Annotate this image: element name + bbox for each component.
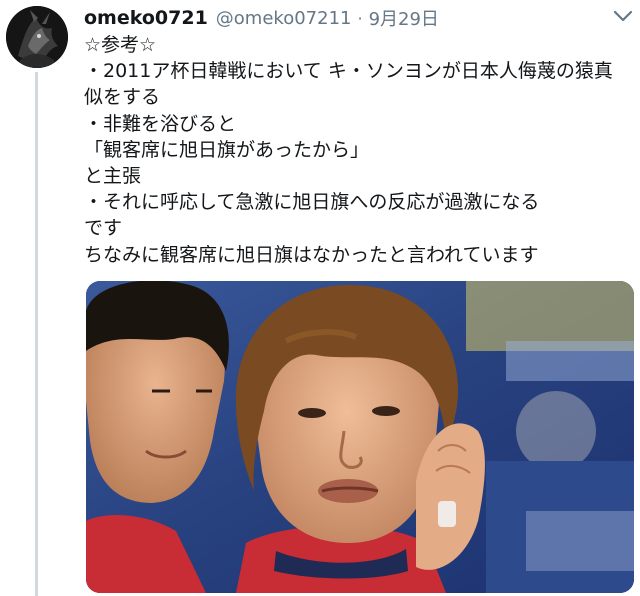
thread-line [35, 72, 38, 596]
separator-dot: · [357, 8, 363, 28]
tweet-text-line: ・非難を浴びると [84, 112, 237, 135]
avatar-image [6, 6, 68, 68]
display-name[interactable]: omeko0721 [84, 7, 208, 29]
photo-image [86, 281, 634, 593]
tweet-text-line: 「観客席に旭日旗があったから」 [84, 138, 370, 161]
tweet-text-line: ちなみに観客席に旭日旗はなかったと言われています [84, 243, 539, 266]
user-handle[interactable]: @omeko07211 [216, 8, 352, 29]
tweet-header: omeko0721 @omeko07211 · 9月29日 [84, 4, 630, 32]
avatar[interactable] [6, 6, 68, 68]
tweet-text: ☆参考☆ ・2011ア杯日韓戦において キ・ソンヨンが日本人侮蔑の猿真 似をする… [84, 32, 634, 268]
tweet-date[interactable]: 9月29日 [369, 5, 439, 31]
tweet-text-line: ・2011ア杯日韓戦において キ・ソンヨンが日本人侮蔑の猿真 [84, 60, 613, 83]
tweet-text-line: ☆参考☆ [84, 34, 157, 56]
chevron-down-icon[interactable] [612, 8, 634, 24]
tweet-text-line: と主張 [84, 165, 142, 188]
tweet-photo[interactable] [86, 281, 634, 593]
tweet-text-line: ・それに呼応して急激に旭日旗への反応が過激になる [84, 191, 540, 214]
tweet-text-line: 似をする [84, 86, 161, 109]
tweet: omeko0721 @omeko07211 · 9月29日 ☆参考☆ ・2011… [0, 0, 640, 596]
tweet-text-line: です [84, 217, 123, 240]
